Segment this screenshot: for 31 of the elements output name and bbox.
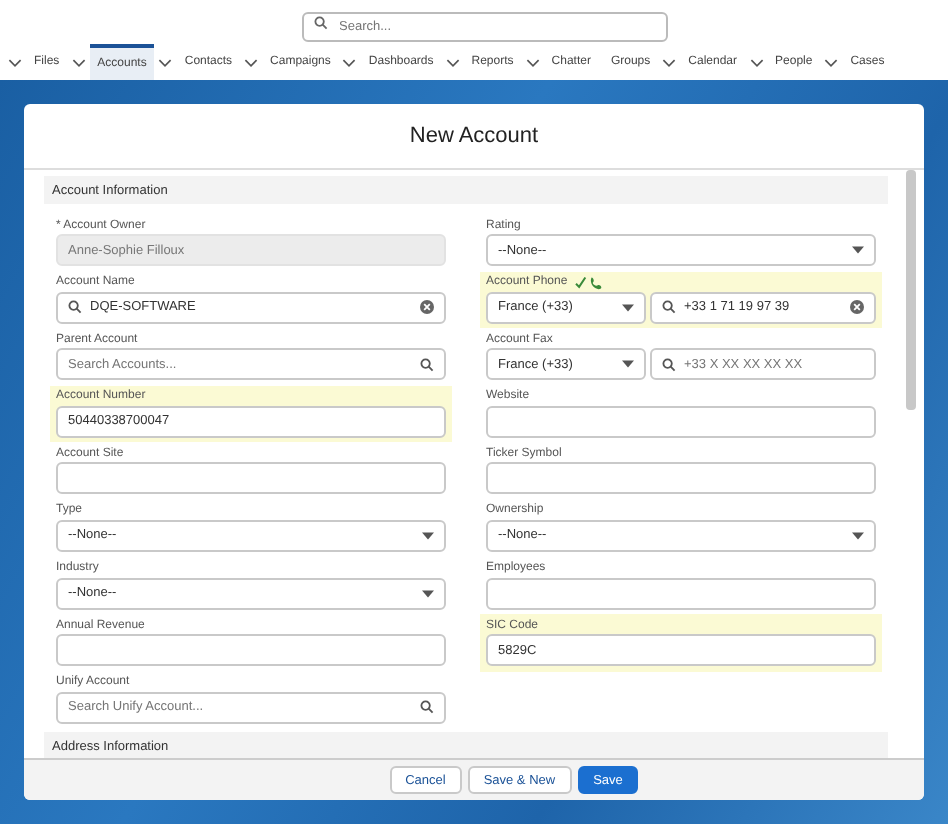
caret-icon[interactable] — [158, 57, 173, 67]
caret-icon[interactable] — [342, 57, 357, 67]
caret-icon — [852, 531, 864, 540]
text-field[interactable] — [56, 634, 446, 667]
caret-icon[interactable] — [244, 57, 259, 67]
search-icon — [313, 15, 327, 29]
text-field[interactable] — [486, 462, 876, 495]
search-icon — [420, 357, 434, 372]
search-icon — [420, 700, 434, 715]
modal-title: New Account — [409, 124, 539, 148]
caret-icon[interactable] — [824, 57, 839, 67]
search-icon — [68, 300, 82, 315]
search-icon — [662, 357, 676, 372]
text-field[interactable] — [486, 405, 876, 438]
text-field[interactable] — [486, 577, 876, 610]
caret-icon — [422, 589, 434, 598]
caret-icon[interactable] — [8, 57, 22, 67]
text-field[interactable] — [56, 462, 446, 495]
clear-icon[interactable] — [850, 300, 864, 315]
caret-icon[interactable] — [445, 57, 460, 67]
scrollbar[interactable] — [906, 170, 916, 410]
caret-icon[interactable] — [662, 57, 677, 67]
caret-icon[interactable] — [749, 57, 764, 67]
search-icon — [662, 300, 676, 315]
caret-icon — [852, 246, 864, 254]
clear-icon[interactable] — [420, 300, 434, 315]
caret-icon — [622, 360, 634, 369]
caret-icon — [422, 531, 434, 540]
caret-icon[interactable] — [71, 57, 86, 67]
caret-icon[interactable] — [525, 57, 540, 67]
caret-icon — [622, 303, 634, 312]
